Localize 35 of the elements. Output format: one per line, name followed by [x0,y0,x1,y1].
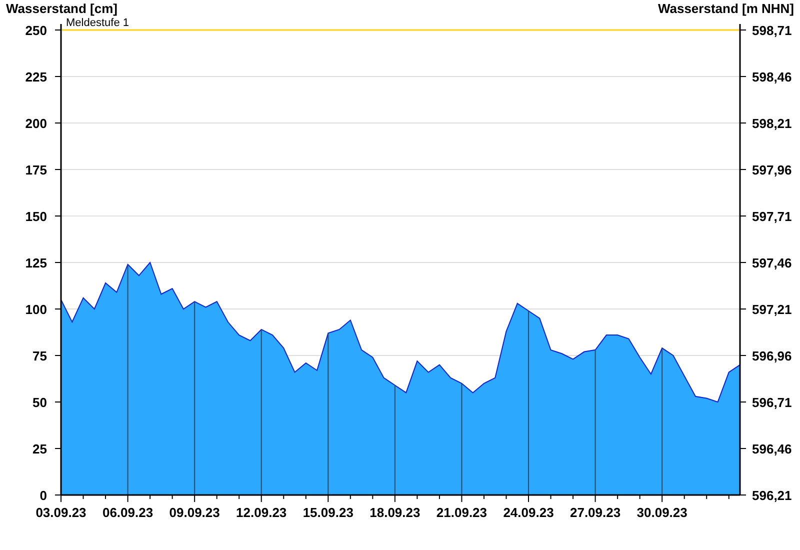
right-tick-label: 598,46 [752,70,792,84]
y-tick-label: 125 [25,256,47,270]
y-tick-label: 225 [25,70,47,84]
y-tick-label: 100 [25,302,47,317]
right-tick-label: 596,71 [752,395,792,410]
right-tick-label: 598,21 [752,116,792,131]
y-tick-label: 75 [32,348,47,364]
y-tick-label: 150 [25,209,47,224]
right-tick-label: 596,96 [752,348,792,364]
left-axis-title: Wasserstand [cm] [6,0,118,18]
x-tick-label: 18.09.23 [370,505,420,520]
right-tick-label: 598,71 [752,23,792,38]
x-tick-label: 27.09.23 [570,505,621,520]
x-tick-label: 12.09.23 [236,505,287,520]
right-tick-label: 596,46 [752,442,792,456]
x-tick-label: 24.09.23 [503,505,554,520]
x-tick-label: 09.09.23 [169,505,220,520]
right-tick-label: 596,21 [752,488,792,503]
right-axis-title: Wasserstand [m NHN] [658,0,794,18]
x-tick-label: 06.09.23 [102,505,154,520]
y-tick-label: 50 [32,395,47,410]
y-tick-label: 175 [25,162,47,178]
right-tick-label: 597,21 [752,302,792,317]
y-tick-label: 25 [32,442,47,456]
threshold-label: Meldestufe 1 [66,17,129,29]
x-tick-label: 21.09.23 [436,505,488,520]
right-tick-label: 597,71 [752,209,792,224]
x-tick-label: 15.09.23 [302,505,354,520]
y-tick-label: 0 [40,488,47,503]
y-tick-label: 200 [25,116,47,131]
x-tick-label: 30.09.23 [636,505,688,520]
y-tick-label: 250 [25,23,47,38]
x-tick-label: 03.09.23 [36,505,86,520]
right-tick-label: 597,46 [752,256,792,270]
right-tick-label: 597,96 [752,162,792,178]
